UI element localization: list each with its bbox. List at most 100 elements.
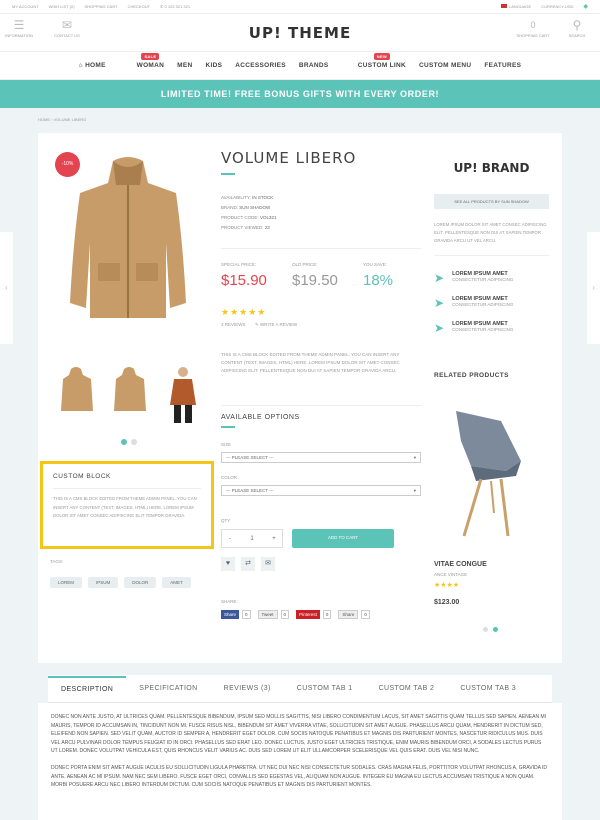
description-paragraph: DONEC NON ANTE JUSTO, AT ULTRICES QUAM. …: [51, 714, 547, 755]
gallery-dot[interactable]: [131, 439, 137, 445]
tag-item[interactable]: DOLOR: [124, 577, 157, 588]
brand-link[interactable]: SUN SHADOW: [239, 205, 270, 210]
color-label: COLOR: [221, 475, 238, 480]
chevron-down-icon: ▾: [413, 488, 416, 493]
my-account-link[interactable]: MY ACCOUNT: [12, 4, 39, 9]
related-product-image[interactable]: [446, 401, 536, 541]
special-price: $15.90: [221, 272, 267, 289]
email-icon[interactable]: ✉: [261, 557, 275, 571]
availability-value: IN STOCK: [252, 195, 274, 200]
carousel-dot[interactable]: [483, 627, 488, 632]
write-review-link[interactable]: ✎ WRITE A REVIEW: [255, 322, 297, 328]
add-to-cart-button[interactable]: ADD TO CART: [292, 529, 394, 548]
phone-number: ✆ 0 123 321 321: [160, 4, 191, 9]
qty-input[interactable]: 1: [238, 536, 266, 542]
flag-icon: [500, 4, 507, 8]
cart-button[interactable]: 0 SHOPPING CART: [512, 17, 554, 38]
tag-item[interactable]: LOREM: [50, 577, 83, 588]
checkout-link[interactable]: CHECKOUT: [128, 4, 150, 9]
breadcrumb: HOME › VOLUME LIBERO: [38, 117, 87, 122]
nav-woman[interactable]: SALEWOMAN: [119, 53, 164, 69]
rating-stars: ★★★★★: [221, 307, 267, 317]
you-save: 18%: [363, 272, 394, 289]
search-icon: ⚲: [572, 18, 582, 32]
feature-item: ➤ LOREM IPSUM AMET CONSECTETUR ADIPISCING: [434, 321, 514, 335]
compare-icon[interactable]: ⇄: [241, 557, 255, 571]
currency-selector[interactable]: CURRENCY USD: [541, 4, 573, 9]
feature-item: ➤ LOREM IPSUM AMET CONSECTETUR ADIPISCING: [434, 296, 514, 310]
size-select[interactable]: --- PLEASE SELECT --- ▾: [221, 452, 421, 463]
product-main-image[interactable]: [58, 153, 198, 325]
top-bar: MY ACCOUNT WISH LIST (0) SHOPPING CART C…: [0, 0, 600, 14]
see-all-brand-button[interactable]: SEE ALL PRODUCTS BY SUN SHADOW: [434, 194, 549, 209]
chevron-down-icon: ▾: [413, 455, 416, 460]
facebook-share-button[interactable]: Share: [221, 610, 240, 619]
shopping-cart-link[interactable]: SHOPPING CART: [85, 4, 118, 9]
tab-reviews[interactable]: REVIEWS (3): [211, 685, 284, 692]
site-logo[interactable]: UP! THEME: [0, 24, 600, 42]
paper-plane-icon: ➤: [434, 296, 445, 310]
search-button[interactable]: ⚲ SEARCH: [560, 17, 594, 38]
tag-icon[interactable]: ◆: [583, 3, 588, 10]
thumbnail-1[interactable]: [55, 365, 97, 417]
product-card: -10% CUSTOM BLOCK THIS IS A CMS BLOCK ED…: [38, 133, 562, 663]
nav-custom-link[interactable]: NEWCUSTOM LINK: [341, 53, 406, 69]
breadcrumb-current: VOLUME LIBERO: [53, 117, 87, 122]
thumbnail-2[interactable]: [108, 365, 150, 417]
color-select[interactable]: --- PLEASE SELECT --- ▾: [221, 485, 421, 496]
special-price-label: SPECIAL PRICE:: [221, 262, 257, 267]
viewed-count: 23: [264, 225, 270, 230]
google-plus-share-button[interactable]: Share: [338, 610, 359, 619]
pinterest-button[interactable]: Pinterest: [296, 610, 320, 619]
wishlist-link[interactable]: WISH LIST (0): [49, 4, 75, 9]
nav-home[interactable]: ⌂ HOME: [79, 62, 106, 69]
tab-specification[interactable]: SPECIFICATION: [126, 685, 210, 692]
tags-list: LOREM IPSUM DOLOR AMET: [50, 571, 197, 589]
paper-plane-icon: ➤: [434, 271, 445, 285]
pencil-icon: ✎: [255, 322, 259, 327]
tab-custom-1[interactable]: CUSTOM TAB 1: [284, 685, 366, 692]
you-save-label: YOU SAVE:: [363, 262, 387, 267]
paper-plane-icon: ➤: [434, 321, 445, 335]
related-product-price: $123.00: [434, 599, 460, 606]
product-title: VOLUME LIBERO: [221, 149, 357, 167]
related-product-brand: ANCE VINTAGE: [434, 572, 468, 577]
breadcrumb-home[interactable]: HOME: [38, 117, 50, 122]
nav-custom-menu[interactable]: CUSTOM MENU: [419, 62, 471, 69]
thumbnail-3[interactable]: [162, 365, 204, 425]
header: ☰ INFORMATION ✉ CONTACT US UP! THEME 0 SHOP…: [0, 14, 600, 52]
gallery-dot-active[interactable]: [121, 439, 127, 445]
nav-brands[interactable]: BRANDS: [299, 62, 329, 69]
qty-plus-button[interactable]: +: [266, 536, 282, 542]
nav-accessories[interactable]: ACCESSORIES: [235, 62, 286, 69]
carousel-dot-active[interactable]: [493, 627, 498, 632]
product-tabs: DESCRIPTION SPECIFICATION REVIEWS (3) CU…: [48, 675, 552, 703]
sale-badge: SALE: [141, 53, 160, 60]
reviews-link[interactable]: 3 REVIEWS: [221, 322, 246, 327]
tab-custom-2[interactable]: CUSTOM TAB 2: [366, 685, 448, 692]
title-underline: [221, 173, 235, 175]
nav-kids[interactable]: KIDS: [206, 62, 223, 69]
tab-description[interactable]: DESCRIPTION: [48, 675, 127, 702]
nav-men[interactable]: MEN: [177, 62, 192, 69]
prev-product-arrow[interactable]: ‹: [0, 232, 13, 344]
brand-logo[interactable]: UP! BRAND: [434, 161, 549, 175]
cms-block-text: THIS IS A CMS BLOCK EDITED FROM THEME AD…: [221, 352, 400, 373]
wishlist-heart-icon[interactable]: ♥: [221, 557, 235, 571]
language-selector[interactable]: LANGUAGE: [500, 4, 531, 9]
feature-item: ➤ LOREM IPSUM AMET CONSECTETUR ADIPISCING: [434, 271, 514, 285]
twitter-tweet-button[interactable]: Tweet: [257, 610, 278, 619]
qty-minus-button[interactable]: -: [222, 536, 238, 542]
promo-banner[interactable]: LIMITED TIME! FREE BONUS GIFTS WITH EVER…: [0, 80, 600, 108]
size-label: SIZE: [221, 442, 232, 447]
tag-item[interactable]: AMET: [162, 577, 191, 588]
nav-features[interactable]: FEATURES: [484, 62, 521, 69]
tag-item[interactable]: IPSUM: [88, 577, 119, 588]
related-product-name[interactable]: VITAE CONGUE: [434, 561, 487, 568]
next-product-arrow[interactable]: ›: [587, 232, 600, 344]
new-badge: NEW: [373, 53, 390, 60]
brand-features: ➤ LOREM IPSUM AMET CONSECTETUR ADIPISCING …: [434, 271, 513, 335]
tab-custom-3[interactable]: CUSTOM TAB 3: [447, 685, 529, 692]
main-nav: ⌂ HOME SALEWOMAN MEN KIDS ACCESSORIES BR…: [0, 52, 600, 80]
related-products-title: RELATED PRODUCTS: [434, 372, 509, 379]
